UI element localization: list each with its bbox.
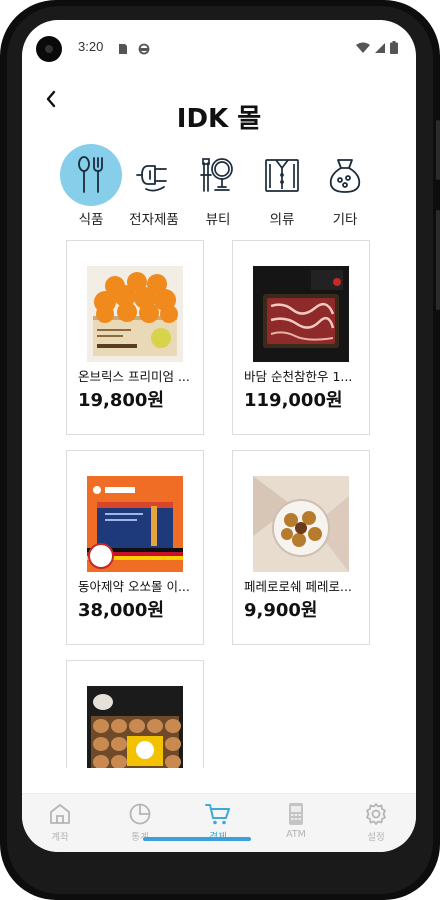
nav-label: 계좌 (51, 832, 69, 843)
pie-chart-icon (126, 800, 154, 828)
category-icon-wrap (314, 144, 376, 206)
product-card[interactable]: 바담 순천참한우 1... 119,000원 (232, 240, 370, 435)
status-bar: 3:20 (22, 20, 416, 72)
bag-icon (329, 159, 361, 193)
product-name: 동아제약 오쏘몰 이... (78, 579, 190, 594)
nav-settings[interactable]: 설정 (346, 800, 406, 846)
home-icon (46, 800, 74, 828)
plug-icon (136, 165, 167, 192)
volume-button (436, 120, 440, 180)
sim-card-icon (118, 40, 128, 59)
utensils-icon (78, 156, 103, 193)
nav-label: 설정 (367, 832, 385, 843)
product-price: 9,900원 (244, 600, 318, 621)
category-clothing[interactable]: 의류 (251, 144, 313, 228)
product-grid: 온브릭스 프리미엄 ... 19,800원 바담 순천참한우 1... 119,… (22, 240, 416, 768)
category-icon-wrap (187, 144, 249, 206)
shirt-icon (265, 159, 299, 192)
category-electronics[interactable]: 전자제품 (123, 144, 185, 228)
category-label: 뷰티 (205, 212, 231, 228)
phone-frame: 3:20 IDK 몰 식품 전자제품 뷰티 의류 기타 온브릭스 프리미엄 ..… (0, 0, 440, 900)
category-food[interactable]: 식품 (60, 144, 122, 228)
chocolate-box-image (253, 476, 349, 572)
wifi-icon (356, 39, 370, 58)
category-icon-wrap (251, 144, 313, 206)
product-price: 19,800원 (78, 390, 165, 411)
product-card[interactable]: 페레로로쉐 페레로... 9,900원 (232, 450, 370, 645)
orthomol-box-image (87, 476, 183, 572)
orange-box-image (87, 266, 183, 362)
cart-icon (204, 800, 232, 828)
category-label: 전자제품 (129, 212, 179, 228)
product-card[interactable]: 온브릭스 프리미엄 ... 19,800원 (66, 240, 204, 435)
sync-icon (138, 40, 150, 59)
product-card[interactable] (66, 660, 204, 768)
nav-label: ATM (286, 829, 306, 840)
home-indicator (143, 837, 251, 841)
status-icons (356, 39, 398, 58)
product-name: 온브릭스 프리미엄 ... (78, 369, 190, 384)
power-button (436, 210, 440, 310)
atm-icon (282, 800, 310, 828)
category-label: 의류 (269, 212, 295, 228)
signal-icon (374, 39, 386, 58)
front-camera (36, 36, 62, 62)
bottom-nav: 계좌 통계 결제 ATM (22, 793, 416, 852)
product-name: 바담 순천참한우 1... (244, 369, 353, 384)
egg-tray-image (87, 686, 183, 768)
status-time: 3:20 (78, 39, 104, 54)
nav-atm[interactable]: ATM (266, 800, 326, 846)
app-screen: 3:20 IDK 몰 식품 전자제품 뷰티 의류 기타 온브릭스 프리미엄 ..… (22, 20, 416, 852)
category-icon-wrap (60, 144, 122, 206)
product-price: 119,000원 (244, 390, 343, 411)
mirror-icon (200, 158, 233, 192)
product-price: 38,000원 (78, 600, 165, 621)
product-card[interactable]: 동아제약 오쏘몰 이... 38,000원 (66, 450, 204, 645)
battery-icon (390, 39, 398, 58)
beef-tray-image (253, 266, 349, 362)
page-title: IDK 몰 (176, 104, 262, 134)
category-label: 식품 (78, 212, 104, 228)
category-label: 기타 (332, 212, 358, 228)
category-icon-wrap (123, 144, 185, 206)
category-beauty[interactable]: 뷰티 (187, 144, 249, 228)
gear-icon (362, 800, 390, 828)
category-other[interactable]: 기타 (314, 144, 376, 228)
nav-account[interactable]: 계좌 (30, 800, 90, 846)
product-name: 페레로로쉐 페레로... (244, 579, 352, 594)
